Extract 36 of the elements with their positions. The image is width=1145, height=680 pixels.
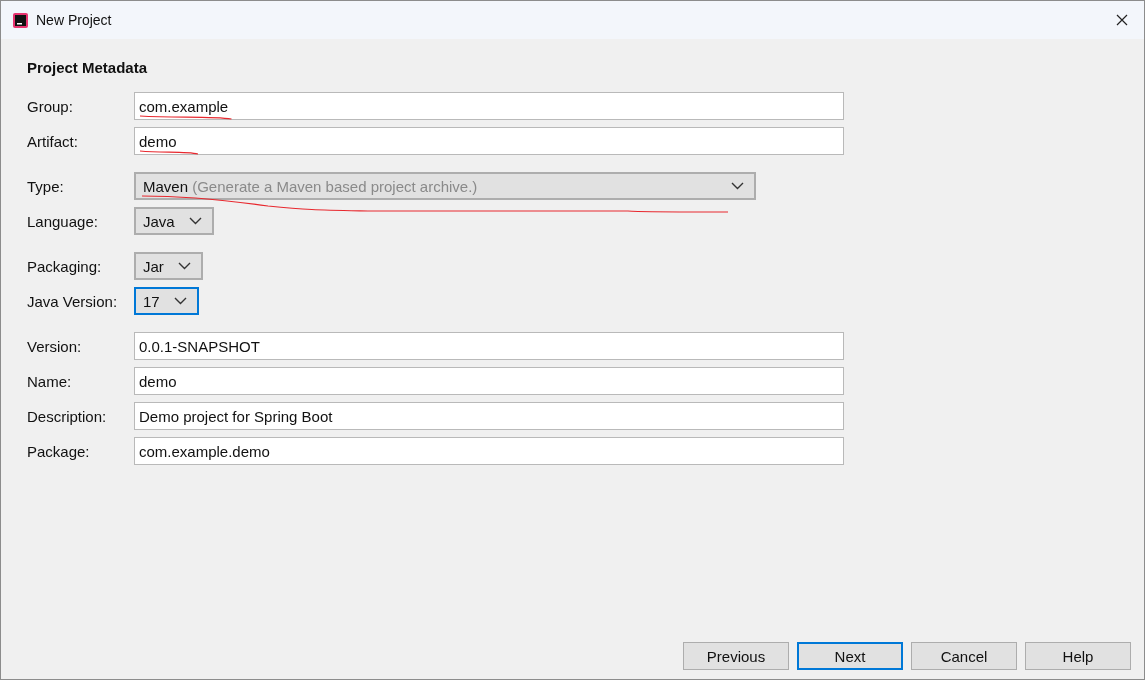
text-field[interactable]: demo (134, 127, 844, 155)
field-label: Version: (27, 337, 83, 355)
field-label: Java Version: (27, 292, 119, 310)
dropdown-value: Maven (Generate a Maven based project archive.) (143, 177, 479, 195)
close-icon (1116, 14, 1128, 26)
section-title: Project Metadata (27, 59, 149, 76)
field-label: Artifact: (27, 132, 79, 150)
field-label: Type: (27, 177, 65, 195)
field-label: Packaging: (27, 257, 103, 275)
dropdown[interactable]: Java (134, 207, 214, 235)
chevron-down-icon (177, 262, 191, 270)
text-field[interactable]: com.example (134, 92, 844, 120)
dialog-button[interactable]: Next (797, 642, 903, 670)
field-label: Language: (27, 212, 99, 230)
dropdown-value: 17 (143, 292, 160, 310)
text-field[interactable]: demo (134, 367, 844, 395)
dropdown[interactable]: Maven (Generate a Maven based project archive.) (134, 172, 756, 200)
dialog-button[interactable]: Help (1025, 642, 1131, 670)
dropdown-value: Jar (143, 257, 164, 275)
dialog-button[interactable]: Previous (683, 642, 789, 670)
dropdown[interactable]: Jar (134, 252, 203, 280)
field-label: Package: (27, 442, 91, 460)
dropdown-value: Java (143, 212, 175, 230)
window-title: New Project (36, 12, 113, 28)
field-label: Group: (27, 97, 74, 115)
field-label: Name: (27, 372, 73, 390)
dropdown[interactable]: 17 (134, 287, 199, 315)
chevron-down-icon (731, 182, 744, 190)
chevron-down-icon (188, 217, 202, 225)
app-icon (13, 12, 28, 28)
chevron-down-icon (173, 297, 187, 305)
text-field[interactable]: 0.0.1-SNAPSHOT (134, 332, 844, 360)
text-field[interactable]: Demo project for Spring Boot (134, 402, 844, 430)
text-field[interactable]: com.example.demo (134, 437, 844, 465)
dialog-button[interactable]: Cancel (911, 642, 1017, 670)
field-label: Description: (27, 407, 108, 425)
